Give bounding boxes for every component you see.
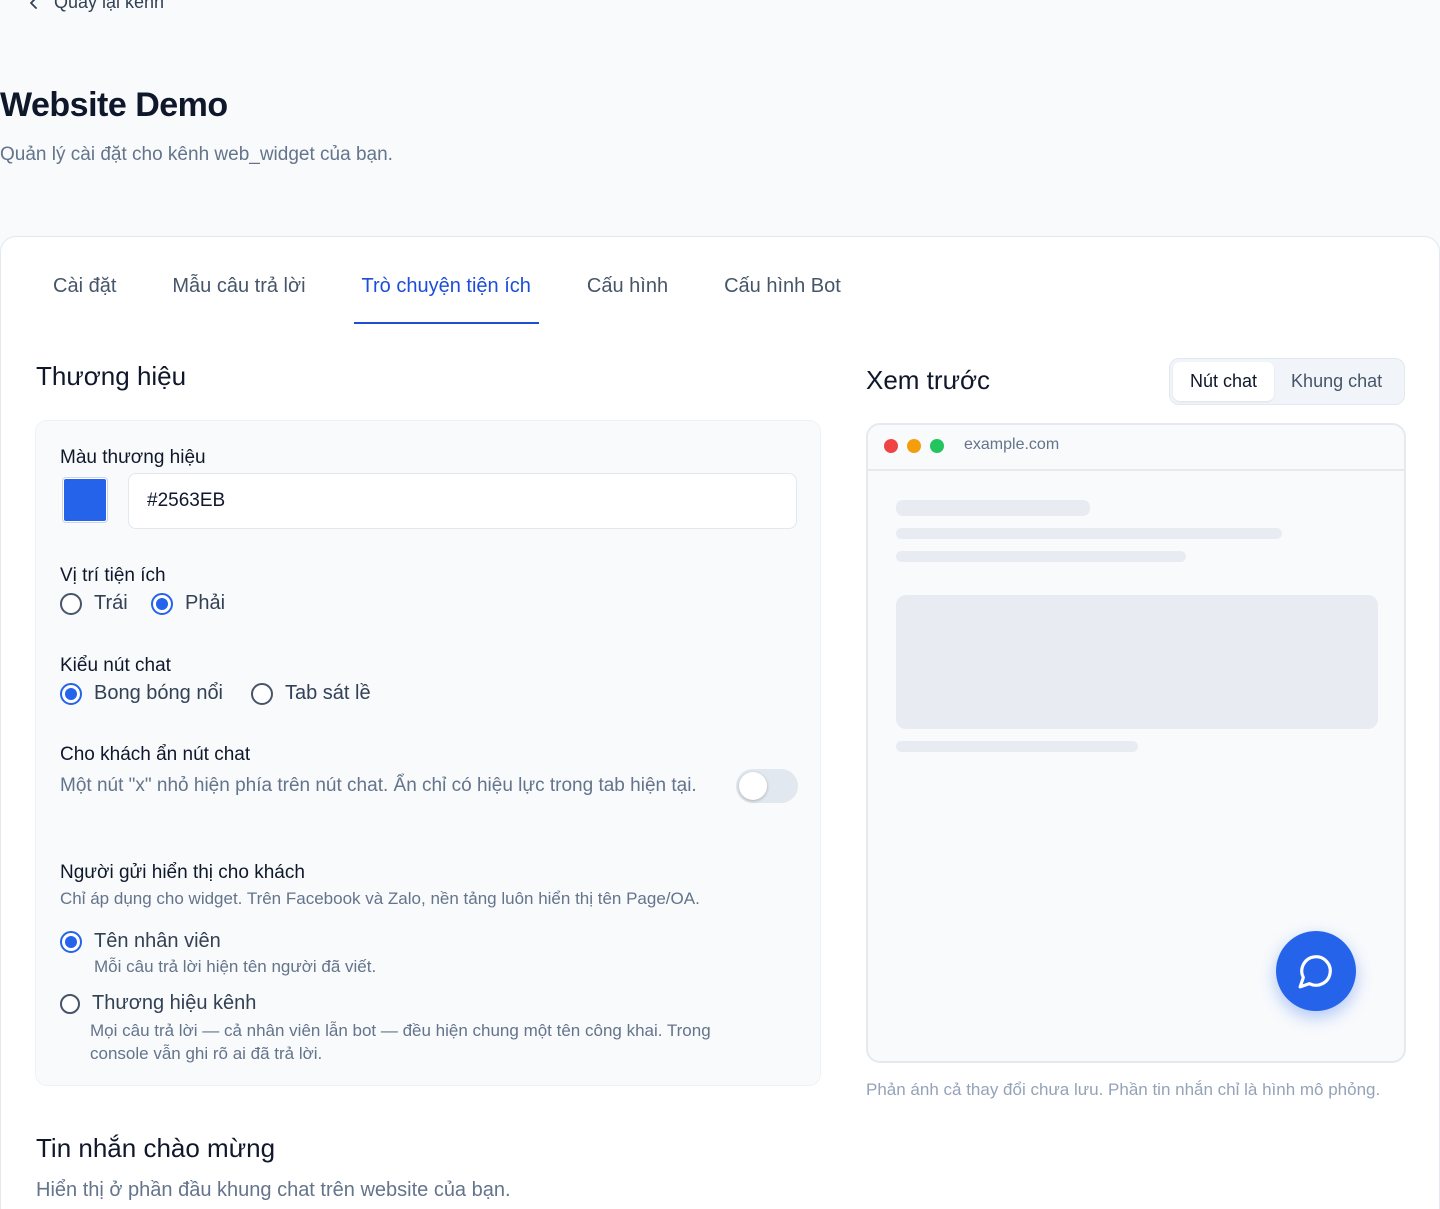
style-edge-tab-radio[interactable] xyxy=(251,682,273,705)
welcome-section-title: Tin nhắn chào mừng xyxy=(36,1133,276,1163)
browser-preview: example.com xyxy=(866,423,1406,1063)
window-minimize-dot xyxy=(907,439,921,453)
tab-bot-configuration[interactable]: Cấu hình Bot xyxy=(706,237,859,324)
sender-agent-name-option[interactable]: Tên nhân viên xyxy=(60,930,221,953)
sender-display-label: Người gửi hiển thị cho khách xyxy=(60,862,305,883)
chat-button-style-label: Kiểu nút chat xyxy=(60,655,171,676)
hide-button-label: Cho khách ẩn nút chat xyxy=(60,744,251,765)
settings-card: Cài đặt Mẫu câu trả lời Trò chuyện tiện … xyxy=(0,236,1440,1209)
back-link-label: Quay lại kênh xyxy=(54,0,165,12)
branding-section-title: Thương hiệu xyxy=(36,361,187,391)
welcome-section-subtitle: Hiển thị ở phần đầu khung chat trên webs… xyxy=(36,1179,511,1201)
branding-panel: Màu thương hiệu Vị trí tiện ích Trái Phả… xyxy=(35,420,821,1086)
tab-configuration[interactable]: Cấu hình xyxy=(569,237,686,324)
window-close-dot xyxy=(884,439,898,453)
tab-chat-widget[interactable]: Trò chuyện tiện ích xyxy=(344,237,549,324)
preview-mode-chat-window[interactable]: Khung chat xyxy=(1274,362,1399,401)
preview-mode-switch: Nút chat Khung chat xyxy=(1169,358,1405,405)
hide-button-description: Một nút "x" nhỏ hiện phía trên nút chat.… xyxy=(60,775,697,796)
brand-color-swatch[interactable] xyxy=(62,477,108,523)
style-bubble-radio[interactable] xyxy=(60,682,82,705)
tab-reply-templates[interactable]: Mẫu câu trả lời xyxy=(154,237,323,324)
preview-mode-chat-button[interactable]: Nút chat xyxy=(1173,362,1275,401)
style-edge-tab-option[interactable]: Tab sát lề xyxy=(251,682,371,705)
page-title: Website Demo xyxy=(0,86,228,124)
sender-agent-name-description: Mỗi câu trả lời hiện tên người đã viết. xyxy=(94,957,377,976)
skeleton-line xyxy=(896,528,1282,539)
chevron-left-icon xyxy=(30,0,37,9)
sender-channel-brand-option[interactable]: Thương hiệu kênh xyxy=(60,992,256,1015)
sender-agent-name-radio[interactable] xyxy=(60,930,82,953)
window-maximize-dot xyxy=(930,439,944,453)
position-left-label: Trái xyxy=(94,592,128,614)
hide-button-toggle[interactable] xyxy=(736,769,798,803)
skeleton-line xyxy=(896,741,1138,752)
chat-launcher-button[interactable] xyxy=(1276,931,1356,1011)
sender-channel-brand-radio[interactable] xyxy=(60,993,80,1014)
toggle-knob xyxy=(739,772,767,800)
sender-channel-brand-label: Thương hiệu kênh xyxy=(92,992,257,1014)
style-edge-tab-label: Tab sát lề xyxy=(285,682,371,704)
sender-display-description: Chỉ áp dụng cho widget. Trên Facebook và… xyxy=(60,889,700,908)
skeleton-line xyxy=(896,551,1186,562)
style-bubble-option[interactable]: Bong bóng nổi xyxy=(60,682,223,705)
preview-title: Xem trước xyxy=(866,365,991,395)
position-right-radio[interactable] xyxy=(151,592,173,615)
position-right-label: Phải xyxy=(185,592,226,614)
brand-color-fill xyxy=(64,479,106,521)
brand-color-label: Màu thương hiệu xyxy=(60,447,206,468)
tab-settings[interactable]: Cài đặt xyxy=(35,237,134,324)
browser-url: example.com xyxy=(964,436,1060,453)
style-bubble-label: Bong bóng nổi xyxy=(94,682,224,704)
browser-address-bar: example.com xyxy=(868,425,1404,471)
preview-note: Phản ánh cả thay đổi chưa lưu. Phần tin … xyxy=(866,1080,1381,1099)
sender-agent-name-label: Tên nhân viên xyxy=(94,930,221,952)
skeleton-block xyxy=(896,595,1378,729)
tab-bar: Cài đặt Mẫu câu trả lời Trò chuyện tiện … xyxy=(35,237,879,324)
widget-position-label: Vị trí tiện ích xyxy=(60,565,166,586)
position-left-radio[interactable] xyxy=(60,592,82,615)
page-subtitle: Quản lý cài đặt cho kênh web_widget của … xyxy=(0,144,393,165)
skeleton-heading xyxy=(896,500,1090,516)
position-right-option[interactable]: Phải xyxy=(151,592,225,615)
chat-bubble-icon xyxy=(1298,955,1332,989)
position-left-option[interactable]: Trái xyxy=(60,592,128,615)
brand-color-input[interactable] xyxy=(128,473,797,529)
back-to-channel-link[interactable]: Quay lại kênh xyxy=(28,0,164,13)
sender-channel-brand-description: Mọi câu trả lời — cả nhân viên lẫn bot —… xyxy=(90,1021,711,1063)
